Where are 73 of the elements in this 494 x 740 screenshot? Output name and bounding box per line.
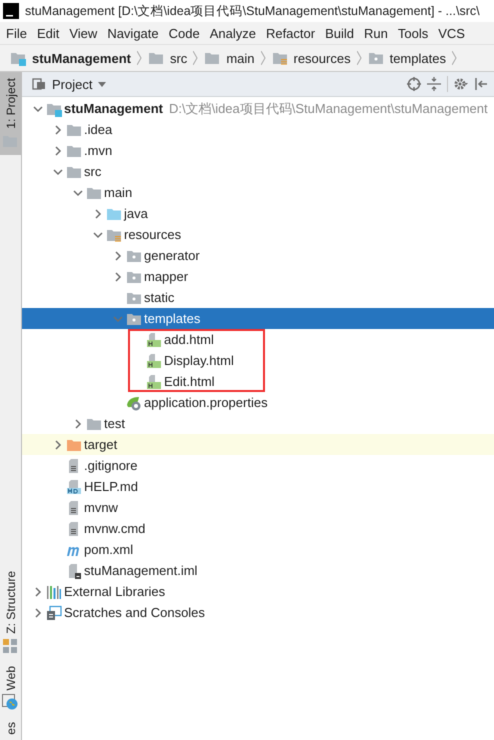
project-path: D:\文档\idea项目代码\StuManagement\stuManagement	[168, 100, 488, 118]
tree-label: pom.xml	[84, 542, 134, 557]
tree-row[interactable]: stuManagement D:\文档\idea项目代码\StuManagement\stuManagement	[22, 98, 494, 119]
tree-label: main	[104, 185, 132, 200]
tree-row[interactable]: generator	[22, 245, 494, 266]
tree-label: HELP.md	[84, 479, 138, 494]
tool-window-tab[interactable]: 1: Project	[0, 72, 21, 155]
tree-label: target	[84, 437, 118, 452]
tree-label: Display.html	[164, 353, 234, 368]
breadcrumb[interactable]: stuManagement	[32, 50, 131, 66]
breadcrumb[interactable]: src	[170, 50, 188, 66]
tree-label: test	[104, 416, 125, 431]
tree-row[interactable]: Edit.html	[22, 371, 494, 392]
tree-row[interactable]: resources	[22, 224, 494, 245]
tree-row[interactable]: add.html	[22, 329, 494, 350]
tree-row[interactable]: .idea	[22, 119, 494, 140]
tree-row[interactable]: application.properties	[22, 392, 494, 413]
tool-window-tab[interactable]: Z: Structure	[0, 565, 21, 660]
tree-row[interactable]: static	[22, 287, 494, 308]
tree-row[interactable]: src	[22, 161, 494, 182]
tree-row[interactable]: Display.html	[22, 350, 494, 371]
menu-item[interactable]: Refactor	[266, 26, 316, 40]
tree-row[interactable]: .gitignore	[22, 455, 494, 476]
tree-row[interactable]: main	[22, 182, 494, 203]
window-title: stuManagement [D:\文档\idea项目代码\StuManagement\stuManagement] - ...\src\	[25, 2, 480, 20]
tree-label: Edit.html	[164, 374, 215, 389]
tree-label: application.properties	[144, 395, 268, 410]
tree-label: resources	[124, 227, 182, 242]
tree-row[interactable]: HELP.md	[22, 476, 494, 497]
menu-item[interactable]: Navigate	[107, 26, 159, 40]
breadcrumb[interactable]: templates	[390, 50, 446, 66]
menu-item[interactable]: Run	[364, 26, 388, 40]
tree-row[interactable]: test	[22, 413, 494, 434]
tree-row[interactable]: External Libraries	[22, 581, 494, 602]
tool-window-tab[interactable]: es	[0, 716, 21, 740]
tree-label: mapper	[144, 269, 188, 284]
tree-label: mvnw	[84, 500, 118, 515]
tree-label: .idea	[84, 122, 112, 137]
tree-label: java	[124, 206, 148, 221]
tree-row[interactable]: .mvn	[22, 140, 494, 161]
tree-label: add.html	[164, 332, 214, 347]
panel-title[interactable]: Project	[52, 76, 92, 92]
tree-row[interactable]: java	[22, 203, 494, 224]
tree-label: .gitignore	[84, 458, 138, 473]
menu-item[interactable]: File	[6, 26, 27, 40]
tree-label: Scratches and Consoles	[64, 605, 205, 620]
menu-item[interactable]: Build	[325, 26, 354, 40]
tree-row[interactable]: templates	[22, 308, 494, 329]
tree-label: static	[144, 290, 174, 305]
tree-row[interactable]: stuManagement.iml	[22, 560, 494, 581]
tree-label: mvnw.cmd	[84, 521, 146, 536]
menu-item[interactable]: VCS	[438, 26, 465, 40]
tree-label: templates	[144, 311, 200, 326]
tree-label: src	[84, 164, 102, 179]
menu-item[interactable]: Code	[168, 26, 200, 40]
menu-item[interactable]: Edit	[36, 26, 60, 40]
tool-window-tab[interactable]: Web	[0, 660, 21, 716]
tree-label: stuManagement.iml	[84, 563, 198, 578]
menu-item[interactable]: Tools	[398, 26, 428, 40]
tree-row[interactable]: target	[22, 434, 494, 455]
tree-label: stuManagement	[64, 101, 163, 116]
tree-row[interactable]: mapper	[22, 266, 494, 287]
tree-row[interactable]: pom.xml	[22, 539, 494, 560]
menu-item[interactable]: Analyze	[210, 26, 256, 40]
tree-label: generator	[144, 248, 200, 263]
breadcrumb[interactable]: main	[226, 50, 254, 66]
tree-label: .mvn	[84, 143, 112, 158]
breadcrumb[interactable]: resources	[294, 50, 351, 66]
tree-label: External Libraries	[64, 584, 166, 599]
menu-item[interactable]: View	[69, 26, 98, 40]
tree-row[interactable]: mvnw.cmd	[22, 518, 494, 539]
tree-row[interactable]: mvnw	[22, 497, 494, 518]
tree-row[interactable]: Scratches and Consoles	[22, 602, 494, 623]
